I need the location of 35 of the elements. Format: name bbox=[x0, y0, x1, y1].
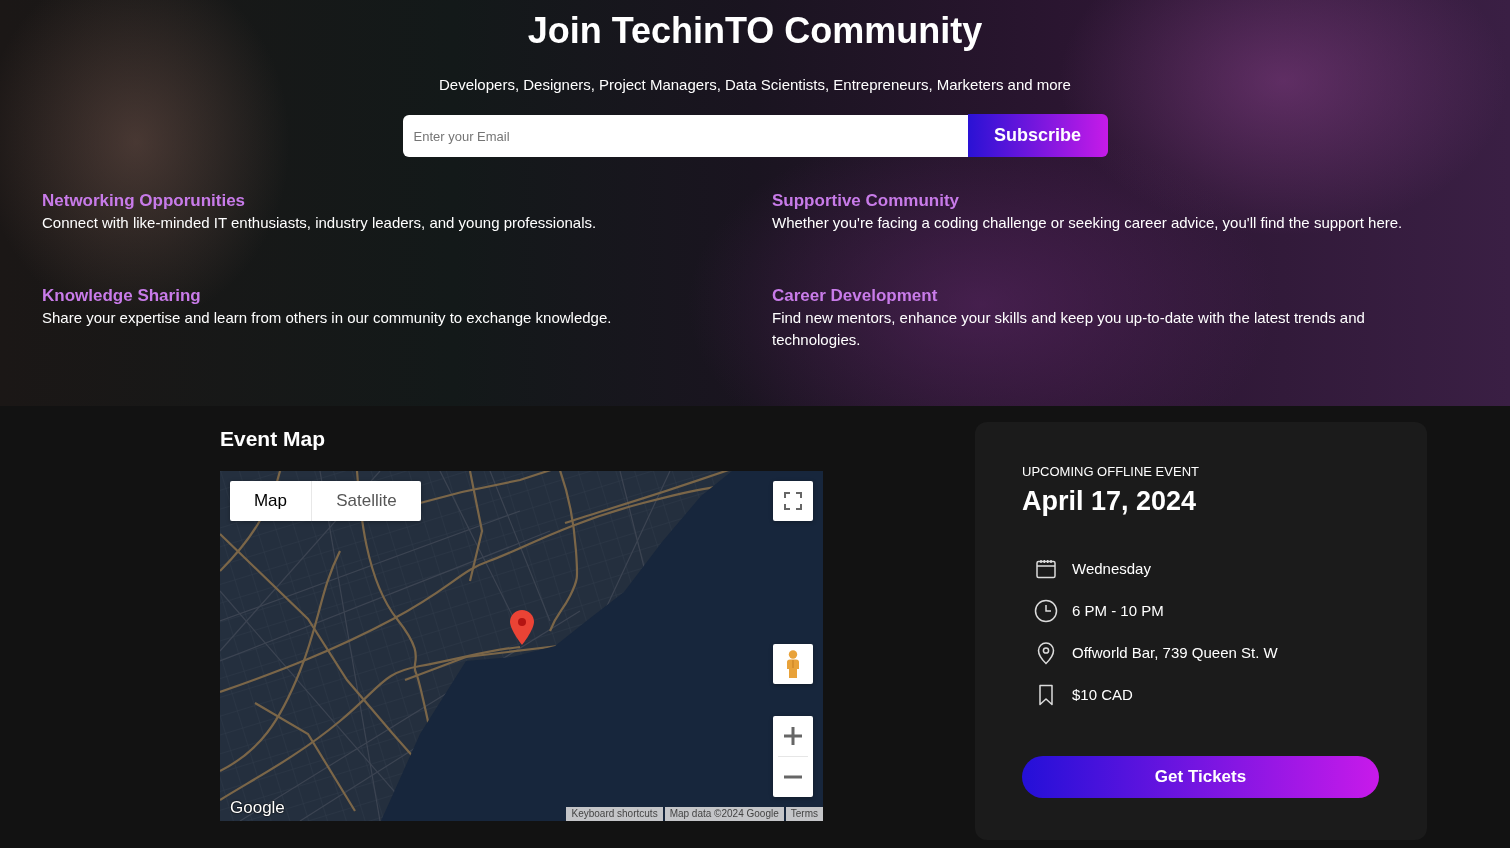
event-detail-text: 6 PM - 10 PM bbox=[1072, 601, 1164, 621]
feature-title: Knowledge Sharing bbox=[42, 285, 202, 307]
calendar-icon bbox=[1034, 557, 1058, 581]
feature-title: Career Development bbox=[772, 285, 939, 307]
event-label: UPCOMING OFFLINE EVENT bbox=[1022, 464, 1200, 480]
map-marker-icon[interactable] bbox=[510, 610, 534, 645]
plus-icon bbox=[784, 727, 802, 745]
section-heading: Event Map bbox=[220, 426, 327, 452]
feature-description: Connect with like-minded IT enthusiasts, industry leaders, and young professionals. bbox=[42, 213, 598, 233]
person-icon bbox=[786, 650, 800, 678]
feature-description: Whether you're facing a coding challenge or seeking career advice, you'll find the support here. bbox=[772, 213, 1404, 233]
feature-description: Share your expertise and learn from others in our community to exchange knowledge. bbox=[42, 308, 613, 328]
clock-icon bbox=[1034, 599, 1058, 623]
feature-description: Find new mentors, enhance your skills and keep you up-to-date with the latest trends and technologies. bbox=[772, 308, 1366, 350]
map-drawing[interactable] bbox=[220, 471, 823, 821]
hero-title: Join TechinTO Community bbox=[526, 9, 984, 53]
event-detail-text: Wednesday bbox=[1072, 559, 1151, 579]
hero-subtitle: Developers, Designers, Project Managers, Data Scientists, Entrepreneurs, Marketers and more bbox=[438, 75, 1072, 95]
fullscreen-icon bbox=[784, 492, 802, 510]
fullscreen-button[interactable] bbox=[773, 481, 813, 521]
event-date: April 17, 2024 bbox=[1022, 485, 1198, 518]
email-field[interactable]: Enter your Email bbox=[402, 115, 968, 157]
subscribe-button[interactable]: Subscribe bbox=[967, 114, 1108, 157]
feature-title: Supportive Community bbox=[772, 190, 960, 212]
feature-title: Networking Opporunities bbox=[42, 190, 247, 212]
event-detail-text: Offworld Bar, 739 Queen St. W bbox=[1072, 643, 1278, 663]
map-type-tab[interactable]: Map bbox=[230, 481, 311, 521]
get-tickets-button[interactable]: Get Tickets bbox=[1022, 756, 1379, 798]
event-detail-text: $10 CAD bbox=[1072, 685, 1133, 705]
map-attribution-link[interactable]: Keyboard shortcuts bbox=[566, 807, 663, 821]
map-attribution-link[interactable]: Terms bbox=[785, 807, 823, 821]
minus-icon bbox=[784, 775, 802, 779]
map-logo: Google bbox=[230, 798, 285, 818]
map-attribution-link[interactable]: Map data ©2024 Google bbox=[664, 807, 784, 821]
map-type-tab[interactable]: Satellite bbox=[311, 481, 421, 521]
